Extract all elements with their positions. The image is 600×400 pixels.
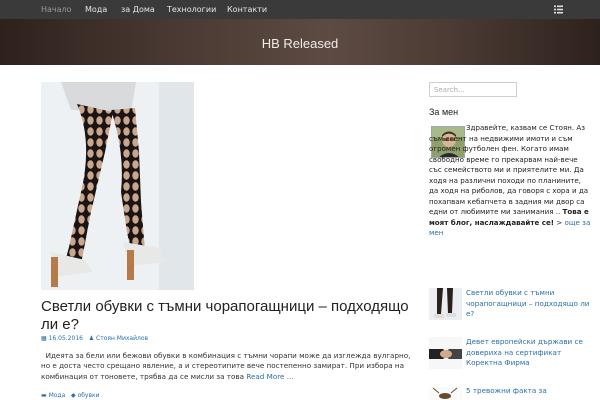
post-tags: ▬ Мода ◆ обувки (41, 392, 100, 399)
recent-post-thumbnail[interactable] (429, 288, 462, 320)
post-excerpt-text: Идеята за бели или бежови обувки в комби… (41, 351, 411, 381)
read-more-link[interactable]: Read More ... (246, 372, 293, 381)
tag-link-fashion[interactable]: Мода (49, 392, 66, 399)
legs-thumbnail-image (429, 288, 462, 320)
tag-link-shoes[interactable]: обувки (78, 392, 100, 399)
post-meta: ▦ 16.05.2016 ♟ Стоян Михайлов (41, 335, 148, 342)
user-icon: ♟ (88, 335, 95, 342)
recent-post-title[interactable]: 5 тревожни факта за (466, 386, 592, 397)
header-banner: HB Released (0, 19, 600, 65)
post-featured-image[interactable] (41, 82, 194, 290)
nav-item-fashion[interactable]: Мода (85, 0, 107, 19)
insect-thumbnail-image (429, 387, 462, 400)
calendar-icon: ▦ (41, 335, 47, 342)
menu-toggle-icon[interactable] (554, 5, 563, 14)
about-widget-text: Здравейте, казвам се Стоян. Аз съм агент… (429, 123, 591, 239)
folder-icon: ▬ (41, 392, 47, 399)
post-title[interactable]: Светли обувки с тъмни чорапогащници – по… (41, 298, 411, 334)
nav-item-home-decor[interactable]: за Дома (121, 0, 155, 19)
nav-item-contacts[interactable]: Контакти (227, 0, 267, 19)
recent-post-thumbnail[interactable] (429, 337, 462, 369)
handshake-thumbnail-image (429, 337, 462, 369)
site-title[interactable]: HB Released (0, 36, 600, 51)
top-navigation: Начало Мода за Дома Технологии Контакти (0, 0, 600, 19)
tag-icon: ◆ (71, 392, 76, 399)
post-excerpt: Идеята за бели или бежови обувки в комби… (41, 351, 411, 382)
about-link-prefix: > (556, 217, 563, 227)
nav-item-home[interactable]: Начало (41, 0, 72, 19)
recent-post-thumbnail[interactable] (429, 386, 462, 400)
post-author[interactable]: Стоян Михайлов (96, 335, 148, 342)
recent-post-title[interactable]: Светли обувки с тъмни чорапогащници – по… (466, 288, 592, 320)
about-text-body: Здравейте, казвам се Стоян. Аз съм агент… (429, 123, 589, 216)
nav-item-technology[interactable]: Технологии (167, 0, 216, 19)
search-input[interactable] (429, 82, 517, 97)
about-widget-title: За мен (429, 107, 459, 117)
legs-fishnet-image (41, 82, 194, 290)
recent-post-title[interactable]: Девет европейски държави се довериха на … (466, 337, 592, 369)
post-date[interactable]: 16.05.2016 (49, 335, 83, 342)
